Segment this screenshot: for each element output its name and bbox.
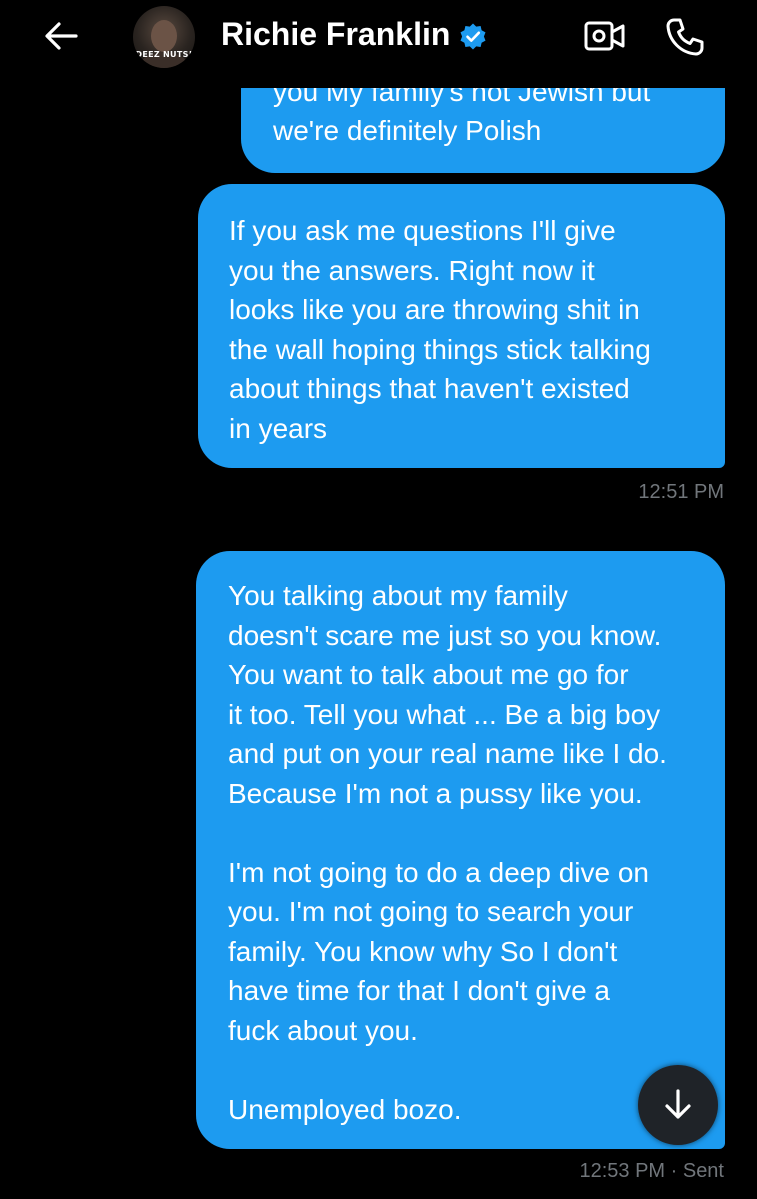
message-bubble[interactable]: If you ask me questions I'll give you th… [198,184,725,468]
back-arrow-icon [45,22,78,50]
scroll-to-bottom-button[interactable] [638,1065,718,1145]
message-text: If you ask me questions I'll give you th… [229,215,651,444]
phone-call-button[interactable] [662,14,708,60]
verified-badge-icon [460,23,486,50]
conversation-header: DEEZ NUTS! Richie Franklin [0,0,757,88]
message-timestamp: 12:51 PM [638,481,724,503]
avatar-caption: DEEZ NUTS! [135,50,193,59]
message-text: You talking about my family doesn't scar… [228,580,667,1125]
back-button[interactable] [40,14,86,60]
message-bubble[interactable]: You talking about my family doesn't scar… [196,551,725,1149]
avatar[interactable]: DEEZ NUTS! [133,6,195,68]
contact-name[interactable]: Richie Franklin [221,16,450,53]
video-call-icon [584,21,625,51]
message-text: we're definitely Polish [273,115,542,146]
video-call-button[interactable] [582,16,628,56]
verified-badge [458,22,488,52]
arrow-down-icon [665,1089,691,1119]
message-timestamp: 12:53 PM · Sent [579,1160,724,1182]
phone-icon [666,18,704,56]
